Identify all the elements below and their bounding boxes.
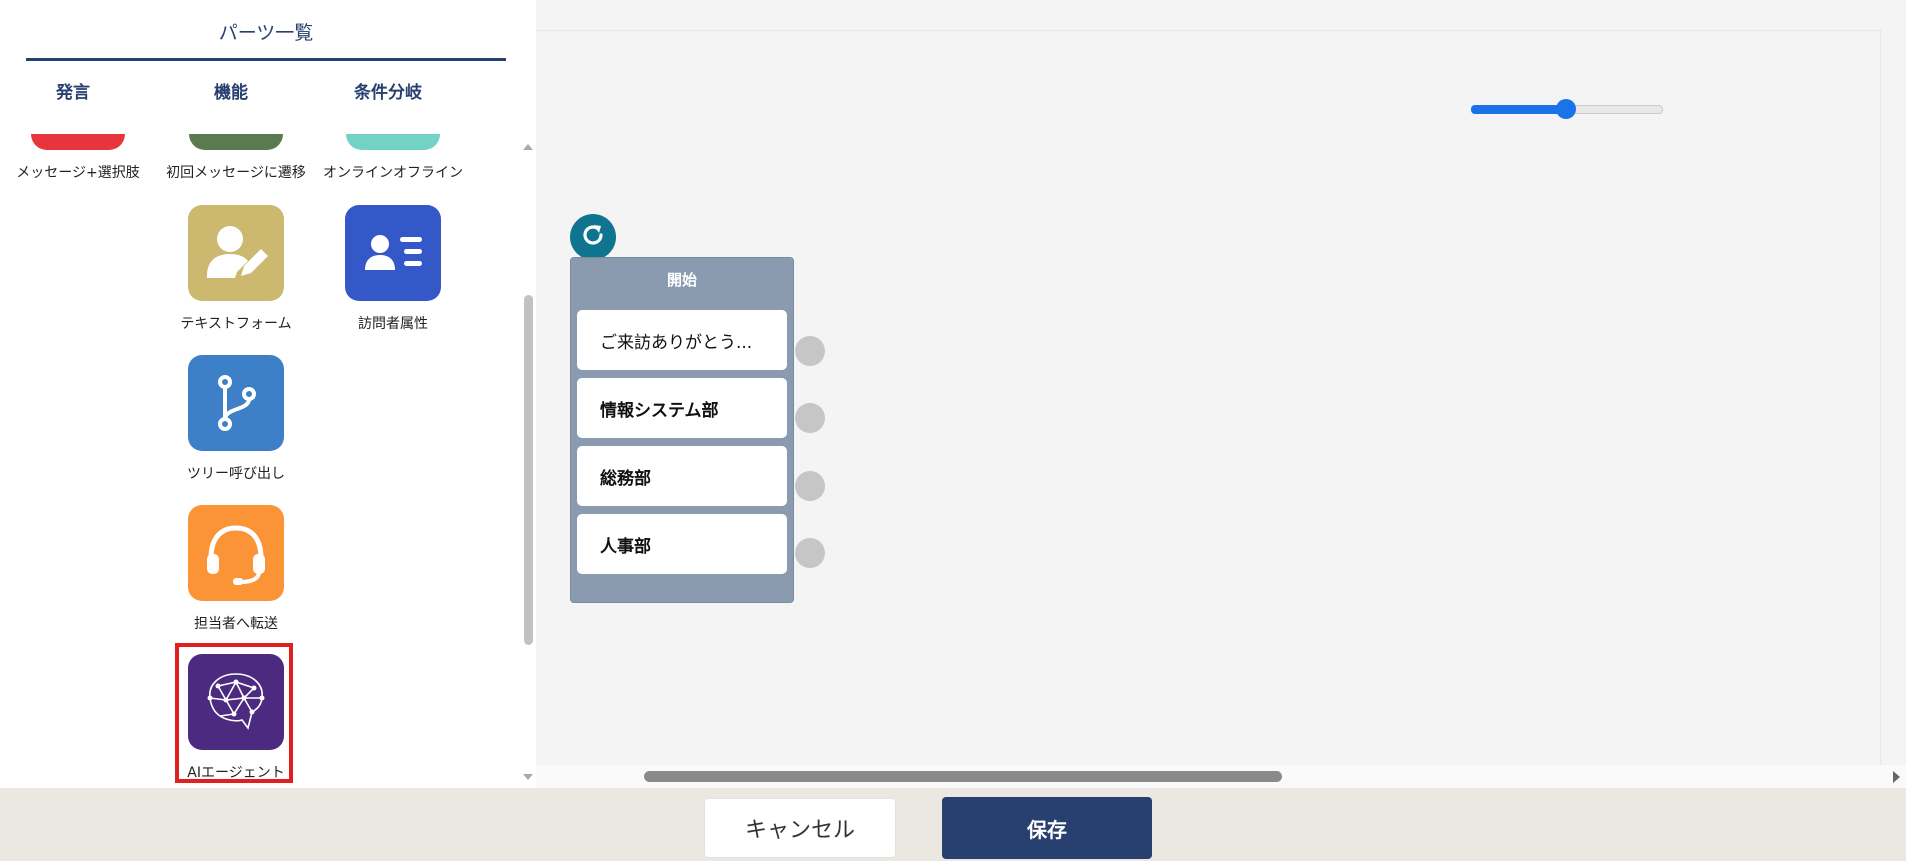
option-label: 情報システム部 (600, 400, 719, 421)
user-edit-icon (188, 205, 284, 301)
panel-title: パーツ一覧 (218, 22, 314, 44)
message-choice-icon (31, 134, 125, 150)
tab-conditional-branch[interactable]: 条件分岐 (354, 78, 422, 103)
zoom-slider[interactable] (1471, 99, 1663, 119)
part-ai-agent[interactable]: AIエージェント (156, 654, 316, 782)
part-visitor-attribute[interactable]: 訪問者属性 (313, 205, 473, 333)
ai-brain-icon (188, 654, 284, 750)
option-connector-port[interactable] (795, 471, 825, 501)
part-message-choice[interactable]: メッセージ+選択肢 (8, 134, 148, 182)
branch-icon (188, 355, 284, 451)
node-option-hr[interactable]: 人事部 (577, 514, 787, 574)
parts-panel: パーツ一覧 発言 機能 条件分岐 メッセージ+選択肢 初回メッセージに遷移 オン… (0, 0, 536, 788)
part-label: 訪問者属性 (358, 316, 428, 332)
part-label: 初回メッセージに遷移 (166, 165, 306, 181)
flow-canvas[interactable]: 開始 ご来訪ありがとう... 情報システム部 総務部 人事部 (536, 0, 1906, 788)
option-connector-port[interactable] (795, 336, 825, 366)
part-label: オンラインオフライン (323, 165, 463, 181)
horizontal-scrollbar-thumb[interactable] (644, 771, 1282, 782)
node-option-it-department[interactable]: 情報システム部 (577, 378, 787, 438)
part-label: メッセージ+選択肢 (16, 165, 140, 181)
refresh-button[interactable] (570, 214, 616, 260)
canvas-horizontal-scrollbar[interactable] (536, 765, 1906, 788)
part-label: AIエージェント (187, 765, 285, 781)
part-operator-transfer[interactable]: 担当者へ転送 (156, 505, 316, 633)
panel-scrollbar-thumb[interactable] (524, 295, 533, 645)
zoom-slider-fill (1471, 105, 1566, 114)
part-tree-call[interactable]: ツリー呼び出し (156, 355, 316, 483)
part-label: ツリー呼び出し (187, 466, 285, 482)
start-node-title: 開始 (666, 271, 697, 289)
id-card-icon (345, 205, 441, 301)
part-label: 担当者へ転送 (194, 616, 278, 632)
part-goto-first-message[interactable]: 初回メッセージに遷移 (158, 134, 314, 182)
option-label: ご来訪ありがとう... (600, 332, 753, 353)
tab-utterance[interactable]: 発言 (56, 78, 90, 103)
scroll-right-arrow[interactable] (1893, 771, 1900, 783)
part-online-offline[interactable]: オンラインオフライン (318, 134, 468, 182)
option-connector-port[interactable] (795, 538, 825, 568)
tab-function[interactable]: 機能 (214, 78, 248, 103)
node-option-general-affairs[interactable]: 総務部 (577, 446, 787, 506)
headset-icon (188, 505, 284, 601)
panel-scroll-down-arrow[interactable] (523, 774, 533, 780)
online-offline-icon (346, 134, 440, 150)
node-option-greeting[interactable]: ご来訪ありがとう... (577, 310, 787, 370)
panel-scroll-up-arrow[interactable] (523, 144, 533, 150)
option-label: 総務部 (600, 468, 651, 489)
zoom-slider-thumb[interactable] (1556, 99, 1576, 119)
goto-first-message-icon (189, 134, 283, 150)
option-connector-port[interactable] (795, 403, 825, 433)
footer-bar: キャンセル 保存 (0, 788, 1906, 861)
panel-title-underline (26, 58, 506, 61)
start-node[interactable]: 開始 ご来訪ありがとう... 情報システム部 総務部 人事部 (570, 257, 794, 603)
cancel-button[interactable]: キャンセル (704, 798, 896, 858)
refresh-icon (578, 220, 608, 254)
save-button[interactable]: 保存 (942, 797, 1152, 859)
option-label: 人事部 (600, 536, 651, 557)
part-text-form[interactable]: テキストフォーム (156, 205, 316, 333)
part-label: テキストフォーム (180, 316, 292, 332)
